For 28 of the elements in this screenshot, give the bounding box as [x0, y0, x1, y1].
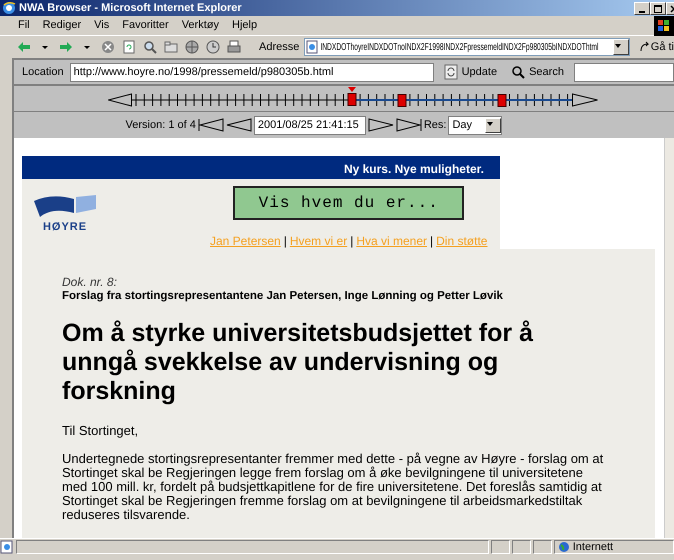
menu-item[interactable]: Vis — [94, 17, 110, 34]
window-title: NWA Browser - Microsoft Internet Explorer — [19, 0, 243, 16]
location-label: Location — [22, 64, 64, 80]
address-label: Adresse — [259, 40, 300, 55]
party-logo[interactable]: HØYRE — [30, 195, 100, 249]
document-number: Dok. nr. 8: — [62, 275, 118, 289]
resolution-dropdown[interactable]: Day — [448, 116, 502, 134]
byline: Forslag fra stortingsrepresentantene Jan Petersen, Inge Lønning og Petter Løvik — [62, 289, 504, 303]
separator: | — [430, 234, 434, 248]
menu-item[interactable]: Fil — [18, 17, 30, 34]
date-field[interactable]: 2001/08/25 21:41:15 — [254, 116, 366, 134]
menu-item[interactable]: Hjelp — [232, 17, 258, 34]
salutation: Til Stortinget, — [62, 424, 140, 438]
banner-slogan: Ny kurs. Nye muligheter. — [22, 156, 500, 179]
menu-item[interactable]: Verktøy — [182, 17, 219, 34]
go-button[interactable]: Gå ti — [638, 38, 674, 56]
article-heading: Om å styrke universitetsbudsjettet for å unngå svekkelse av undervisning og forskning — [62, 319, 534, 406]
separator: | — [350, 234, 354, 248]
url-field[interactable]: http://www.hoyre.no/1998/pressemeld/p980305b.html — [70, 62, 434, 82]
separator: | — [284, 234, 287, 248]
menu-item[interactable]: Favoritter — [122, 17, 169, 34]
slogan-banner[interactable]: Vis hvem du er... — [233, 186, 464, 220]
address-field[interactable]: INDXDOThoyreINDXDOTnoINDX2F1998INDX2FpressemeldINDX2Fp980305bINDXDOThtml — [304, 38, 630, 56]
version-label: Version: 1 of 4 — [126, 118, 196, 133]
zone-panel: Internett — [554, 540, 674, 554]
menu-item[interactable]: Rediger — [42, 17, 82, 34]
body-paragraph: Undertegnede stortingsrepresentanter fremmer med dette - på vegne av Høyre - forslag om at Stortinget skal be Regjeringen legge frem forslag om å øke bevilgningene til universitetene med 100 mill. kr, fordelt på budsjettkapitlene for de fire universitetene. Det foreslås samtidig at Stortinget skal be Regjeringen fremme forslag om at bevilgningene til arbeidsmarkedstiltak reduseres tilsvarende. — [62, 452, 604, 522]
resolution-label: Res: — [424, 118, 446, 133]
